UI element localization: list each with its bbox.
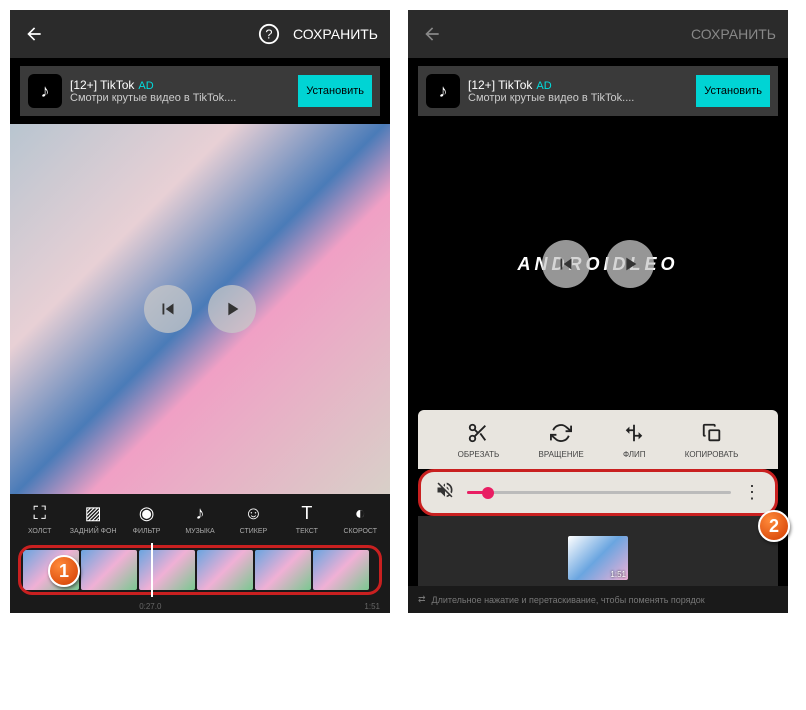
tool-flip[interactable]: ФЛИП	[623, 422, 646, 459]
ad-text: [12+] TikTok AD Смотри крутые видео в Tik…	[468, 78, 688, 104]
tool-copy[interactable]: КОПИРОВАТЬ	[685, 422, 739, 459]
ad-title: [12+] TikTok	[468, 78, 532, 92]
timeline-thumb	[313, 550, 369, 590]
phone-left: ? СОХРАНИТЬ ♪ [12+] TikTok AD Смотри крут…	[10, 10, 390, 613]
timeline-thumb	[81, 550, 137, 590]
back-button[interactable]	[420, 22, 444, 46]
timeline-thumb	[255, 550, 311, 590]
canvas-icon: ⛶	[33, 502, 46, 524]
clip-thumb[interactable]: 1:51	[568, 536, 628, 580]
tool-crop[interactable]: ОБРЕЗАТЬ	[458, 422, 500, 459]
play-controls	[144, 285, 256, 333]
bottom-toolbar: ⛶ХОЛСТ ▨ЗАДНИЙ ФОН ◉ФИЛЬТР ♪МУЗЫКА ☺СТИК…	[10, 494, 390, 539]
ad-banner[interactable]: ♪ [12+] TikTok AD Смотри крутые видео в T…	[418, 66, 778, 116]
tool-music[interactable]: ♪МУЗЫКА	[174, 502, 225, 535]
save-button[interactable]: СОХРАНИТЬ	[293, 26, 378, 42]
help-button[interactable]: ?	[257, 22, 281, 46]
play-controls	[542, 240, 654, 288]
timeline-thumb	[139, 550, 195, 590]
phone-right: СОХРАНИТЬ ♪ [12+] TikTok AD Смотри крутые…	[408, 10, 788, 613]
clip-area: 1:51	[418, 516, 778, 586]
time-current: 0:27.0	[139, 602, 161, 611]
edit-panel: ОБРЕЗАТЬ ВРАЩЕНИЕ ФЛИП КОПИРОВАТЬ	[418, 410, 778, 469]
edit-tools: ОБРЕЗАТЬ ВРАЩЕНИЕ ФЛИП КОПИРОВАТЬ	[418, 418, 778, 469]
timeline-thumb	[197, 550, 253, 590]
callout-1: 1	[48, 555, 80, 587]
music-icon: ♪	[195, 502, 204, 524]
time-total: 1:51	[364, 602, 380, 611]
ad-subtitle: Смотри крутые видео в TikTok....	[70, 92, 290, 104]
callout-2: 2	[758, 510, 790, 542]
tool-background[interactable]: ▨ЗАДНИЙ ФОН	[67, 502, 118, 535]
clip-duration: 1:51	[610, 570, 626, 579]
svg-text:?: ?	[265, 27, 272, 42]
ad-title: [12+] TikTok	[70, 78, 134, 92]
hint-bar: ⇄ Длительное нажатие и перетаскивание, ч…	[408, 586, 788, 613]
drag-icon: ⇄	[418, 594, 426, 605]
play-button[interactable]	[606, 240, 654, 288]
tool-speed[interactable]: ◐СКОРОСТ	[335, 502, 386, 535]
tool-sticker[interactable]: ☺СТИКЕР	[228, 502, 279, 535]
ad-badge: AD	[536, 80, 551, 92]
prev-button[interactable]	[542, 240, 590, 288]
tool-filter[interactable]: ◉ФИЛЬТР	[121, 502, 172, 535]
background-icon: ▨	[85, 502, 102, 524]
playhead[interactable]	[151, 543, 153, 597]
header: СОХРАНИТЬ	[408, 10, 788, 58]
ad-badge: AD	[138, 80, 153, 92]
scissors-icon	[467, 422, 489, 446]
slider-knob[interactable]	[482, 487, 494, 499]
video-preview[interactable]	[10, 124, 390, 494]
play-button[interactable]	[208, 285, 256, 333]
header: ? СОХРАНИТЬ	[10, 10, 390, 58]
ad-install-button[interactable]: Установить	[696, 75, 770, 107]
copy-icon	[701, 422, 723, 446]
speed-icon: ◐	[355, 502, 366, 524]
flip-icon	[623, 422, 645, 446]
tool-rotate[interactable]: ВРАЩЕНИЕ	[539, 422, 584, 459]
sticker-icon: ☺	[244, 502, 262, 524]
mute-icon[interactable]	[435, 480, 455, 505]
tool-canvas[interactable]: ⛶ХОЛСТ	[14, 502, 65, 535]
hint-text: Длительное нажатие и перетаскивание, что…	[432, 595, 705, 605]
volume-slider[interactable]	[467, 491, 731, 494]
volume-row: ⋮	[418, 469, 778, 516]
back-button[interactable]	[22, 22, 46, 46]
tool-text[interactable]: TТЕКСТ	[281, 502, 332, 535]
more-button[interactable]: ⋮	[743, 482, 761, 503]
ad-banner[interactable]: ♪ [12+] TikTok AD Смотри крутые видео в T…	[20, 66, 380, 116]
ad-subtitle: Смотри крутые видео в TikTok....	[468, 92, 688, 104]
tiktok-icon: ♪	[28, 74, 62, 108]
rotate-icon	[550, 422, 572, 446]
ad-text: [12+] TikTok AD Смотри крутые видео в Tik…	[70, 78, 290, 104]
tiktok-icon: ♪	[426, 74, 460, 108]
video-preview[interactable]: ANDROIDLEO	[408, 124, 788, 404]
filter-icon: ◉	[139, 502, 155, 524]
text-icon: T	[301, 502, 312, 524]
ad-install-button[interactable]: Установить	[298, 75, 372, 107]
save-button[interactable]: СОХРАНИТЬ	[691, 26, 776, 42]
prev-button[interactable]	[144, 285, 192, 333]
